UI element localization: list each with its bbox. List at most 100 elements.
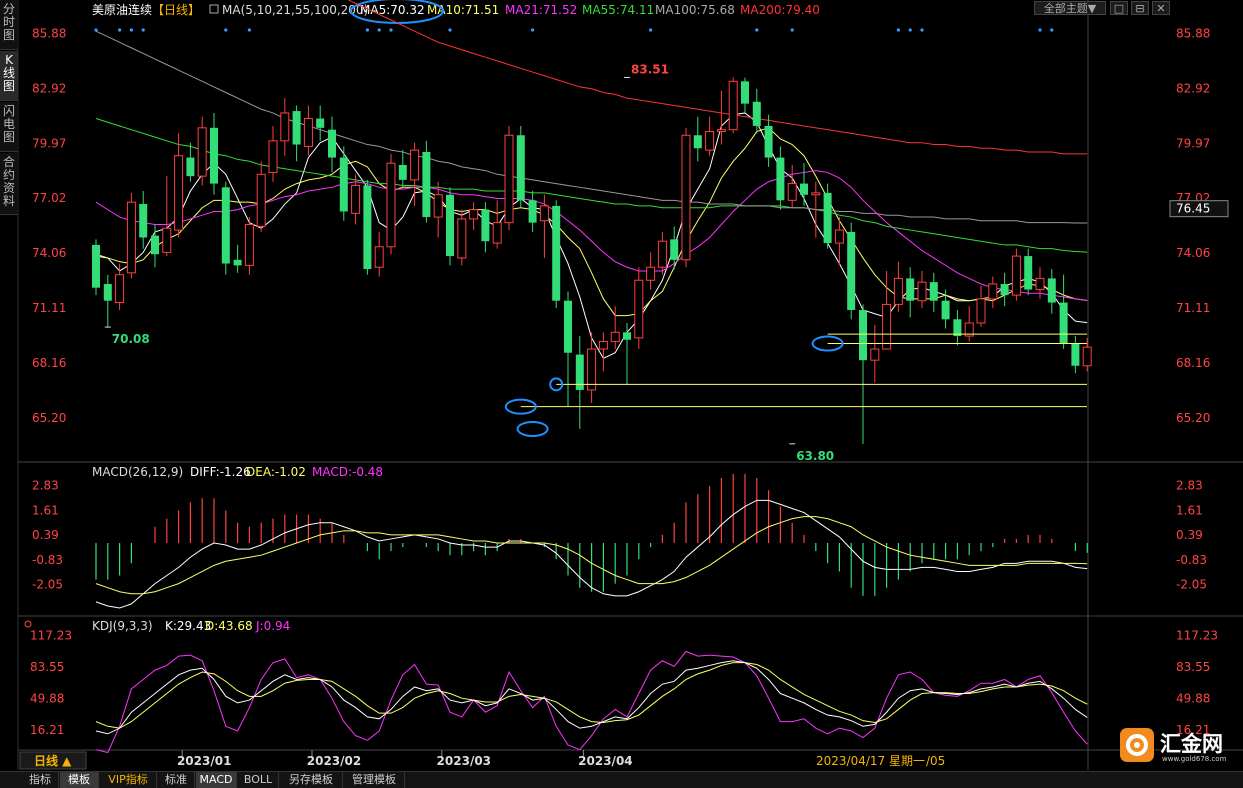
candle-body-up (976, 298, 986, 324)
kdj-tick-right: 83.55 (1176, 660, 1210, 674)
cursor-date-tail: /05 (926, 754, 945, 768)
side-tab-timeshare[interactable]: 分时图 (0, 0, 18, 50)
candle-body-down (151, 235, 159, 255)
macd-header-1: DIFF:-1.26 (190, 465, 251, 479)
candle-body-up (1035, 277, 1045, 291)
signal-dot (448, 28, 452, 32)
candle-body-up (303, 118, 313, 147)
candle-body-up (126, 201, 136, 274)
logo-url: www.gold678.com (1162, 755, 1227, 763)
chart-canvas[interactable]: 美原油连续 【日线】 MA(5,10,21,55,100,200)MA5:70.32… (0, 0, 1243, 787)
candle-body-down (552, 205, 561, 301)
candle-body-up (681, 134, 691, 261)
signal-dot (1050, 28, 1054, 32)
signal-dot (377, 28, 381, 32)
signal-dot (94, 28, 98, 32)
price-tick-left: 85.88 (32, 26, 66, 40)
candle-body-up (469, 209, 479, 220)
candle-body-up (988, 283, 998, 300)
bottom-tab-bar: 指标 模板 VIP指标 标准 MACD BOLL 另存模板 管理模板 (0, 771, 1243, 788)
candle-body-down (1024, 256, 1033, 290)
signal-dot (247, 28, 251, 32)
candle-body-down (398, 165, 407, 180)
signal-dot (224, 28, 228, 32)
candle-body-up (870, 348, 880, 361)
cursor-date: 2023/04/17 星期一 (816, 754, 925, 768)
signal-dot (141, 28, 145, 32)
candle-body-up (610, 331, 620, 343)
close-icon[interactable]: ✕ (1152, 1, 1170, 15)
candle-body-up (457, 218, 467, 259)
candle-body-down (446, 194, 454, 257)
candle-body-up (917, 281, 927, 302)
date-label: 2023/03 (437, 754, 491, 768)
kdj-tick-left: 117.23 (30, 628, 72, 642)
tab-templates[interactable]: 模板 (60, 772, 99, 788)
price-tick-right: 71.11 (1176, 301, 1210, 315)
candle-body-up (115, 274, 125, 304)
signal-dot (531, 28, 535, 32)
candle-body-down (92, 244, 100, 288)
ma-line-ma21 (95, 170, 1088, 301)
kdj-header-2: D:43.68 (205, 619, 253, 633)
candle-body-down (764, 125, 773, 158)
macd-tick-right: 0.39 (1176, 528, 1203, 542)
signal-dot (908, 28, 912, 32)
signal-dot (389, 28, 393, 32)
ma-value-5: MA200:79.40 (740, 3, 820, 17)
tab-boll[interactable]: BOLL (238, 772, 279, 788)
macd-tick-right: -2.05 (1176, 578, 1207, 592)
candle-body-up (634, 279, 644, 339)
tab-manage-template[interactable]: 管理模板 (344, 772, 405, 788)
candle-body-down (693, 135, 702, 149)
kdj-tick-left: 49.88 (30, 691, 64, 705)
candle-body-down (233, 259, 242, 266)
candle-body-up (162, 227, 172, 253)
support-marker-ellipse (516, 420, 549, 437)
signal-dot (365, 28, 369, 32)
candle-body-down (316, 118, 325, 128)
signal-dot (755, 28, 759, 32)
tab-indicators[interactable]: 指标 (22, 772, 59, 788)
tab-standard[interactable]: 标准 (158, 772, 195, 788)
tab-save-template[interactable]: 另存模板 (280, 772, 343, 788)
side-tab-kline[interactable]: K线图 (0, 51, 18, 101)
date-label: 2023/04 (578, 754, 632, 768)
signal-dot (649, 28, 653, 32)
kdj-settings-icon (24, 620, 32, 628)
candle-body-down (1000, 283, 1009, 296)
theme-selector[interactable]: 全部主题▼ (1034, 1, 1106, 15)
candle-body-down (210, 127, 218, 184)
restore-icon[interactable]: □ (1110, 1, 1128, 15)
macd-header-2: DEA:-1.02 (246, 465, 306, 479)
candle-body-down (422, 151, 431, 218)
period-button-label: 日线 ▲ (34, 753, 72, 768)
logo-name: 汇金网 (1160, 732, 1223, 756)
kdj-tick-right: 49.88 (1176, 691, 1210, 705)
candle-body-up (893, 277, 903, 305)
maximize-icon[interactable]: ⊟ (1131, 1, 1149, 15)
candle-body-up (539, 205, 549, 222)
candle-body-down (847, 231, 856, 310)
ma-line-ma55 (95, 118, 1088, 253)
price-tick-right: 79.97 (1176, 136, 1210, 150)
signal-dot (790, 28, 794, 32)
macd-tick-left: -0.83 (32, 553, 63, 567)
candle-body-down (328, 129, 336, 158)
candle-body-up (504, 134, 514, 224)
candle-body-up (716, 129, 726, 133)
candle-body-up (351, 184, 361, 214)
candle-body-up (1082, 346, 1092, 367)
price-tick-left: 74.06 (32, 246, 66, 260)
tab-macd[interactable]: MACD (196, 772, 237, 788)
last-price-label: 76.45 (1176, 202, 1210, 216)
side-tab-lightning[interactable]: 闪电图 (0, 102, 18, 152)
candle-body-down (823, 192, 832, 244)
tab-vip-indicators[interactable]: VIP指标 (100, 772, 157, 788)
candle-body-down (481, 209, 490, 242)
side-tab-contract-info[interactable]: 合约资料 (0, 153, 18, 215)
candle-body-down (528, 200, 537, 223)
date-label: 2023/02 (307, 754, 361, 768)
kdj-j-line (95, 650, 1088, 754)
candle-body-up (1011, 255, 1021, 296)
